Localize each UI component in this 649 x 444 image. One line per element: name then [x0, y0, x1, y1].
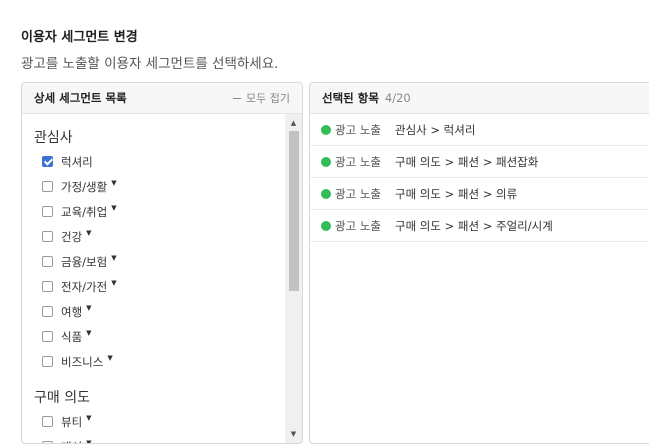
scroll-up-arrow-icon[interactable]: ▲	[285, 116, 302, 130]
selected-item-row: 광고 노출 구매 의도 > 패션 > 패션잡화	[310, 146, 649, 178]
segment-list-title: 상세 세그먼트 목록	[34, 91, 127, 105]
segment-item-label: 건강	[61, 229, 83, 244]
segment-item-label: 전자/가전	[61, 279, 108, 294]
segment-item[interactable]: 럭셔리	[22, 149, 285, 174]
selected-item-path: 구매 의도 > 패션 > 주얼리/시계	[394, 218, 553, 233]
scrollbar-thumb[interactable]	[289, 131, 299, 291]
segment-item[interactable]: 전자/가전 ▼	[22, 274, 285, 299]
segment-item-label: 가정/생활	[61, 179, 108, 194]
page-title: 이용자 세그먼트 변경	[21, 30, 138, 45]
segment-item-label: 뷰티	[61, 414, 83, 429]
segment-item-label: 비즈니스	[61, 354, 104, 369]
segment-checkbox[interactable]	[42, 206, 53, 217]
segment-group-title: 관심사	[34, 130, 73, 146]
scroll-down-arrow-icon[interactable]: ▼	[285, 427, 302, 441]
segment-item-label: 식품	[61, 329, 83, 344]
selected-item-path: 구매 의도 > 패션 > 패션잡화	[394, 154, 539, 169]
status-dot-icon	[321, 124, 331, 135]
status-dot-icon	[321, 220, 331, 231]
segment-group-title: 구매 의도	[34, 390, 90, 406]
selected-item-type: 광고 노출	[335, 218, 381, 233]
segment-item[interactable]: 금융/보험 ▼	[22, 249, 285, 274]
segment-checkbox[interactable]	[42, 281, 53, 292]
segment-item[interactable]: 비즈니스 ▼	[22, 349, 285, 374]
segment-item[interactable]: 가정/생활 ▼	[22, 174, 285, 199]
selected-item-row: 광고 노출 구매 의도 > 패션 > 의류	[310, 178, 649, 210]
segment-item-label: 럭셔리	[61, 154, 93, 169]
segment-item[interactable]: 여행 ▼	[22, 299, 285, 324]
selected-items-header: 선택된 항목 4/20	[310, 83, 649, 114]
selected-item-path: 구매 의도 > 패션 > 의류	[394, 186, 518, 201]
expand-caret-icon[interactable]: ▼	[86, 414, 91, 422]
segment-checkbox[interactable]	[42, 331, 53, 342]
page-description: 광고를 노출할 이용자 세그먼트를 선택하세요.	[21, 56, 279, 72]
selected-item-type: 광고 노출	[335, 154, 381, 169]
status-dot-icon	[321, 156, 331, 167]
expand-caret-icon[interactable]: ▼	[86, 229, 91, 237]
segment-list-panel: 상세 세그먼트 목록 모두 접기 관심사 럭셔리 가정/생활 ▼ 교육/취업 ▼ 건강 ▼ 금융…	[21, 82, 303, 444]
segment-checkbox[interactable]	[42, 231, 53, 242]
expand-caret-icon[interactable]: ▼	[107, 354, 112, 362]
selected-item-row: 광고 노출 관심사 > 럭셔리	[310, 114, 649, 146]
segment-checkbox[interactable]	[42, 256, 53, 267]
segment-list-header: 상세 세그먼트 목록 모두 접기	[22, 83, 302, 114]
segment-item-label: 여행	[61, 304, 83, 319]
selected-item-type: 광고 노출	[335, 186, 381, 201]
segment-checkbox[interactable]	[42, 181, 53, 192]
collapse-all-button[interactable]: 모두 접기	[233, 90, 290, 106]
selected-item-type: 광고 노출	[335, 122, 381, 137]
segment-item[interactable]: 뷰티 ▼	[22, 409, 285, 434]
expand-caret-icon[interactable]: ▼	[86, 304, 91, 312]
status-dot-icon	[321, 188, 331, 199]
collapse-all-label: 모두 접기	[246, 92, 290, 105]
minus-icon	[233, 97, 242, 99]
selected-count: 4/20	[384, 91, 411, 105]
expand-caret-icon[interactable]: ▼	[111, 179, 116, 187]
segment-item[interactable]: 건강 ▼	[22, 224, 285, 249]
segment-list: 관심사 럭셔리 가정/생활 ▼ 교육/취업 ▼ 건강 ▼ 금융/보험 ▼ 전자/가전 ▼ 여행 ▼ 식품 ▼ 비…	[22, 114, 285, 443]
selected-item-path: 관심사 > 럭셔리	[394, 122, 476, 137]
expand-caret-icon[interactable]: ▼	[111, 254, 116, 262]
segment-checkbox[interactable]	[42, 441, 53, 443]
selected-list: 광고 노출 관심사 > 럭셔리 광고 노출 구매 의도 > 패션 > 패션잡화 광고 노…	[310, 114, 649, 242]
expand-caret-icon[interactable]: ▼	[111, 204, 116, 212]
segment-checkbox[interactable]	[42, 306, 53, 317]
selected-item-row: 광고 노출 구매 의도 > 패션 > 주얼리/시계	[310, 210, 649, 242]
expand-caret-icon[interactable]: ▼	[86, 329, 91, 337]
segment-item[interactable]: 교육/취업 ▼	[22, 199, 285, 224]
selected-items-title: 선택된 항목	[322, 91, 379, 105]
segment-checkbox[interactable]	[42, 416, 53, 427]
scrollbar[interactable]: ▲ ▼	[285, 114, 302, 443]
expand-caret-icon[interactable]: ▼	[111, 279, 116, 287]
segment-item[interactable]: 패션▼	[22, 434, 285, 443]
segment-item-label: 금융/보험	[61, 254, 108, 269]
selected-items-panel: 선택된 항목 4/20 광고 노출 관심사 > 럭셔리 광고 노출 구매 의도 > 패…	[309, 82, 649, 444]
segment-checkbox[interactable]	[42, 356, 53, 367]
segment-item[interactable]: 식품 ▼	[22, 324, 285, 349]
segment-item-label: 교육/취업	[61, 204, 108, 219]
segment-checkbox[interactable]	[42, 156, 53, 167]
